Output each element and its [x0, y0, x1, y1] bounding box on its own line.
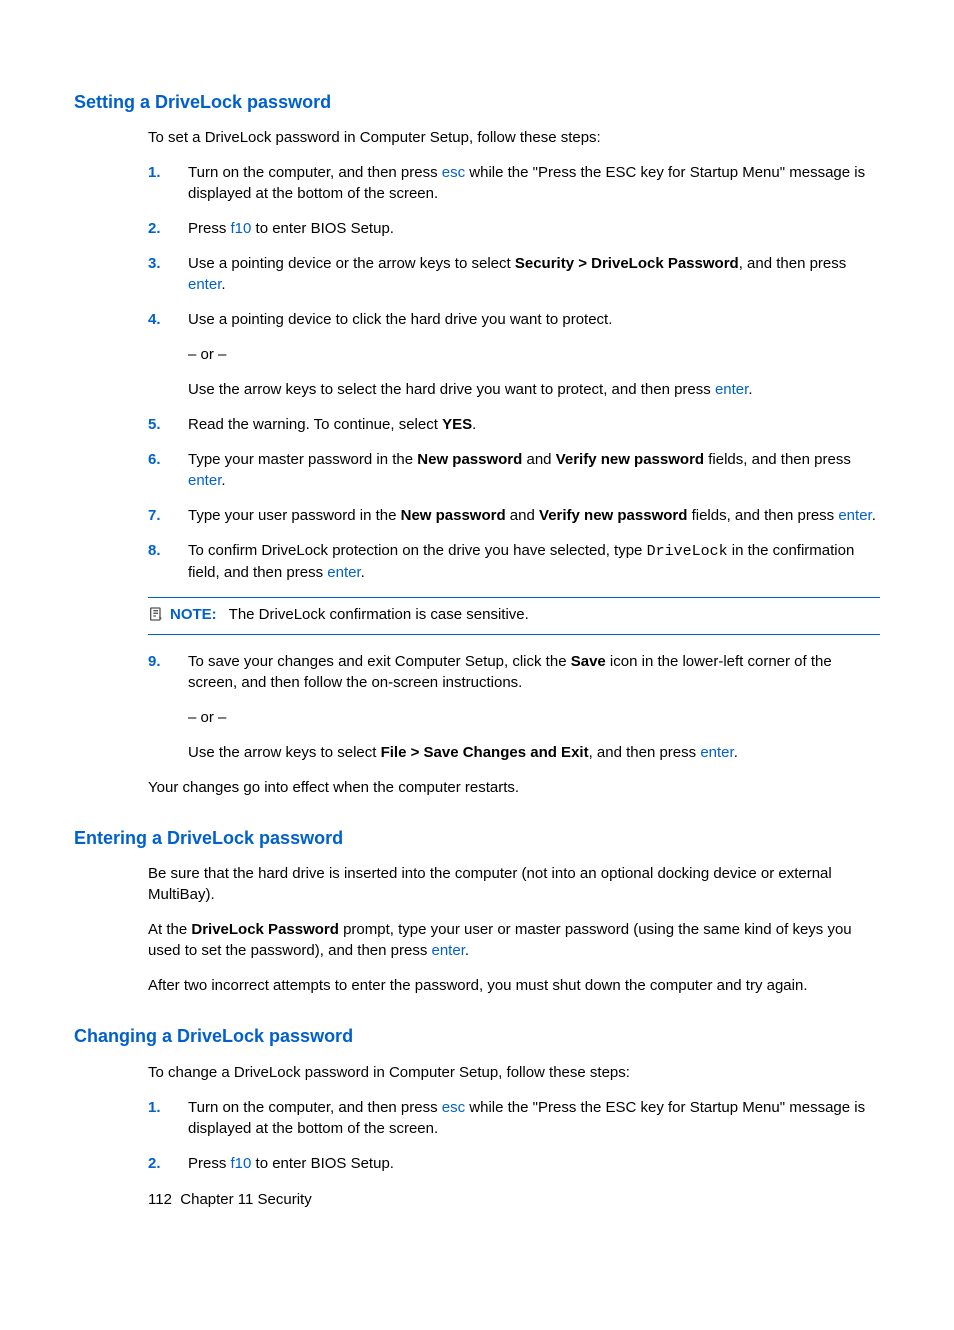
step-number: 8. — [148, 540, 188, 583]
heading-entering: Entering a DriveLock password — [74, 826, 880, 851]
key-enter: enter — [188, 276, 221, 293]
step-number: 9. — [148, 651, 188, 763]
heading-changing: Changing a DriveLock password — [74, 1024, 880, 1049]
page-number: 112 — [148, 1191, 172, 1208]
section-setting-drivelock: Setting a DriveLock password To set a Dr… — [74, 90, 880, 798]
step-body: Type your user password in the New passw… — [188, 505, 880, 526]
or-divider: – or – — [188, 344, 880, 365]
step-5: 5. Read the warning. To continue, select… — [148, 414, 880, 435]
step-8: 8. To confirm DriveLock protection on th… — [148, 540, 880, 583]
key-enter: enter — [838, 507, 871, 524]
intro-setting: To set a DriveLock password in Computer … — [148, 127, 880, 148]
key-enter: enter — [432, 942, 465, 959]
mono-drivelock: DriveLock — [647, 543, 728, 560]
or-divider: – or – — [188, 707, 880, 728]
para-entering-1: Be sure that the hard drive is inserted … — [148, 863, 880, 905]
step-number: 4. — [148, 309, 188, 400]
step-number: 1. — [148, 1097, 188, 1139]
step-4: 4. Use a pointing device to click the ha… — [148, 309, 880, 400]
key-esc: esc — [442, 1099, 465, 1116]
steps-setting-cont: 9. To save your changes and exit Compute… — [148, 651, 880, 763]
key-enter: enter — [700, 744, 733, 761]
heading-setting: Setting a DriveLock password — [74, 90, 880, 115]
section-entering-drivelock: Entering a DriveLock password Be sure th… — [74, 826, 880, 996]
step-body: Read the warning. To continue, select YE… — [188, 414, 880, 435]
chapter-label: Chapter 11 Security — [180, 1191, 311, 1208]
key-enter: enter — [327, 564, 360, 581]
note-box: NOTE: The DriveLock confirmation is case… — [148, 597, 880, 635]
step-1: 1. Turn on the computer, and then press … — [148, 162, 880, 204]
step-body: Press f10 to enter BIOS Setup. — [188, 218, 880, 239]
note-text: The DriveLock confirmation is case sensi… — [229, 604, 880, 625]
step-3: 3. Use a pointing device or the arrow ke… — [148, 253, 880, 295]
step-body: To save your changes and exit Computer S… — [188, 651, 880, 763]
note-icon — [148, 604, 170, 628]
step-body: Turn on the computer, and then press esc… — [188, 1097, 880, 1139]
intro-changing: To change a DriveLock password in Comput… — [148, 1062, 880, 1083]
steps-changing: 1. Turn on the computer, and then press … — [148, 1097, 880, 1174]
step-number: 2. — [148, 218, 188, 239]
step-6: 6. Type your master password in the New … — [148, 449, 880, 491]
step-2: 2. Press f10 to enter BIOS Setup. — [148, 1153, 880, 1174]
para-entering-2: At the DriveLock Password prompt, type y… — [148, 919, 880, 961]
step-number: 6. — [148, 449, 188, 491]
step-7: 7. Type your user password in the New pa… — [148, 505, 880, 526]
step-body: To confirm DriveLock protection on the d… — [188, 540, 880, 583]
step-number: 1. — [148, 162, 188, 204]
section-changing-drivelock: Changing a DriveLock password To change … — [74, 1024, 880, 1173]
outro-setting: Your changes go into effect when the com… — [148, 777, 880, 798]
step-2: 2. Press f10 to enter BIOS Setup. — [148, 218, 880, 239]
para-entering-3: After two incorrect attempts to enter th… — [148, 975, 880, 996]
step-9: 9. To save your changes and exit Compute… — [148, 651, 880, 763]
step-number: 7. — [148, 505, 188, 526]
step-body: Use a pointing device or the arrow keys … — [188, 253, 880, 295]
key-f10: f10 — [231, 220, 252, 237]
step-body: Turn on the computer, and then press esc… — [188, 162, 880, 204]
step-number: 5. — [148, 414, 188, 435]
key-enter: enter — [188, 472, 221, 489]
key-enter: enter — [715, 381, 748, 398]
step-body: Type your master password in the New pas… — [188, 449, 880, 491]
note-label: NOTE: — [170, 604, 217, 625]
steps-setting: 1. Turn on the computer, and then press … — [148, 162, 880, 583]
key-f10: f10 — [231, 1155, 252, 1172]
step-number: 2. — [148, 1153, 188, 1174]
page-footer: 112 Chapter 11 Security — [148, 1189, 312, 1210]
step-body: Use a pointing device to click the hard … — [188, 309, 880, 400]
step-number: 3. — [148, 253, 188, 295]
key-esc: esc — [442, 164, 465, 181]
step-body: Press f10 to enter BIOS Setup. — [188, 1153, 880, 1174]
step-1: 1. Turn on the computer, and then press … — [148, 1097, 880, 1139]
